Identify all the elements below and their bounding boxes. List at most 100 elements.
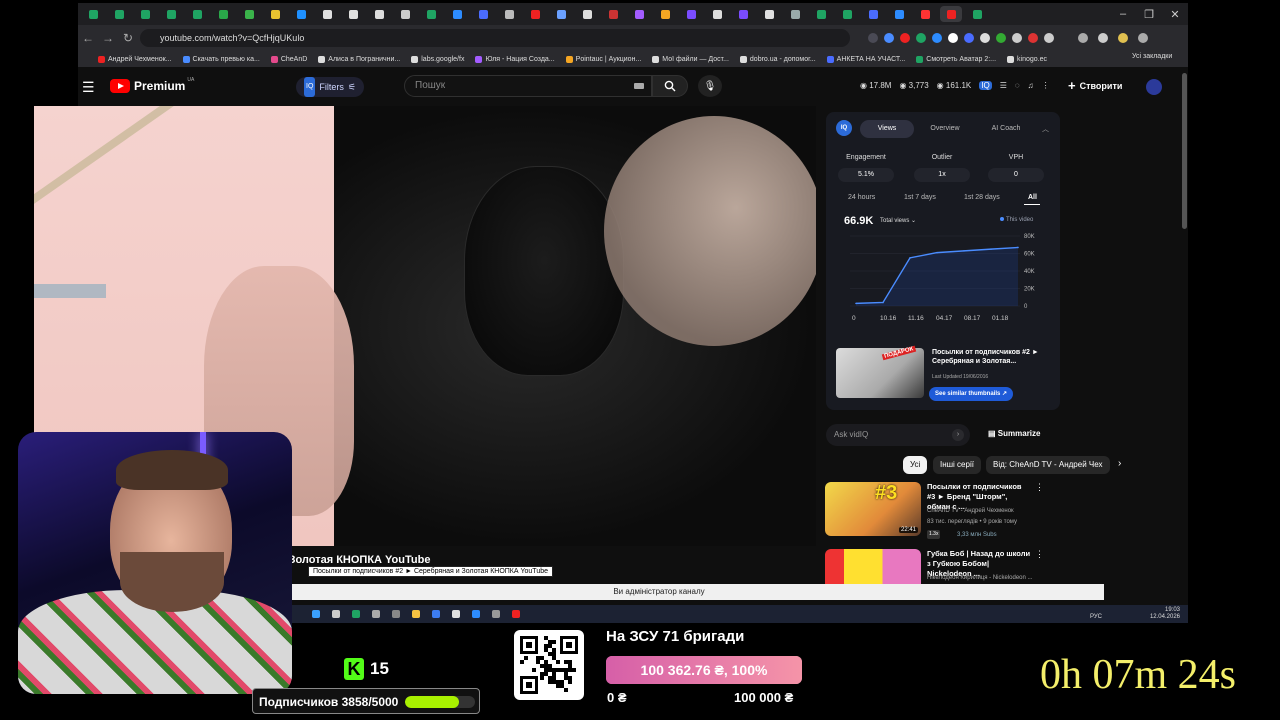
- start-icon[interactable]: [312, 610, 320, 618]
- bookmark-item[interactable]: Pointauc | Аукцион...: [565, 55, 641, 63]
- browser-tab[interactable]: [264, 6, 286, 22]
- avatar[interactable]: [1146, 79, 1162, 95]
- chat-icon[interactable]: ◌: [1015, 81, 1020, 90]
- profile-avatar[interactable]: [1118, 33, 1128, 43]
- rec-channel[interactable]: Нікелодеон Кирилиця - Nickelodeon ...: [927, 575, 1033, 581]
- period-28d[interactable]: 1st 28 days: [964, 194, 1000, 201]
- browser-tab[interactable]: [654, 6, 676, 22]
- ask-vidiq-input[interactable]: Ask vidIQ: [826, 424, 970, 446]
- browser-tab[interactable]: [784, 6, 806, 22]
- extension-icon[interactable]: [996, 33, 1006, 43]
- app-icon[interactable]: [452, 610, 460, 618]
- more-icon[interactable]: ⋮: [1042, 81, 1050, 90]
- browser-tab[interactable]: [342, 6, 364, 22]
- close-window-button[interactable]: ✕: [1160, 3, 1188, 25]
- download-icon[interactable]: [1078, 33, 1088, 43]
- browser-tab[interactable]: [212, 6, 234, 22]
- extension-icon[interactable]: [1028, 33, 1038, 43]
- chip-all[interactable]: Усі: [903, 456, 928, 474]
- extension-icon[interactable]: [964, 33, 974, 43]
- browser-tab[interactable]: [914, 6, 936, 22]
- list-icon[interactable]: ☰: [1000, 81, 1007, 90]
- rec-channel[interactable]: CheAnD TV - Андрей Чехменок: [927, 508, 1014, 514]
- chrome-icon[interactable]: [352, 610, 360, 618]
- bookmark-item[interactable]: dobro.ua - допомог...: [739, 55, 816, 63]
- tab-ai-coach[interactable]: AI Coach: [976, 120, 1036, 138]
- all-bookmarks-link[interactable]: Усі закладки: [1128, 53, 1173, 60]
- forward-icon[interactable]: →: [98, 31, 118, 45]
- extension-icon[interactable]: [868, 33, 878, 43]
- extensions-menu-icon[interactable]: [1044, 33, 1054, 43]
- browser-tab[interactable]: [368, 6, 390, 22]
- bookmark-item[interactable]: labs.google/fx: [411, 55, 464, 63]
- app-icon[interactable]: [492, 610, 500, 618]
- extension-icon[interactable]: [980, 33, 990, 43]
- create-button[interactable]: + Створити: [1068, 78, 1122, 93]
- browser-tab[interactable]: [680, 6, 702, 22]
- browser-tab[interactable]: [550, 6, 572, 22]
- search-input[interactable]: Пошук: [404, 75, 652, 97]
- app-icon[interactable]: [432, 610, 440, 618]
- more-options-icon[interactable]: ⋮: [1035, 549, 1044, 560]
- extension-icon[interactable]: [932, 33, 942, 43]
- browser-tab[interactable]: [108, 6, 130, 22]
- back-icon[interactable]: ←: [78, 31, 98, 45]
- browser-tab[interactable]: [602, 6, 624, 22]
- browser-tab[interactable]: [940, 6, 962, 22]
- browser-tab[interactable]: [628, 6, 650, 22]
- browser-tab[interactable]: [394, 6, 416, 22]
- url-field[interactable]: youtube.com/watch?v=QcfHjqUKulo: [140, 29, 850, 47]
- language-indicator[interactable]: РУС: [1090, 614, 1102, 620]
- period-24h[interactable]: 24 hours: [848, 194, 875, 201]
- extension-icon[interactable]: [884, 33, 894, 43]
- browser-tab[interactable]: [758, 6, 780, 22]
- browser-tab[interactable]: [862, 6, 884, 22]
- browser-tab[interactable]: [732, 6, 754, 22]
- bookmark-item[interactable]: CheAnD: [270, 55, 307, 63]
- tab-views[interactable]: Views: [860, 120, 914, 138]
- sidebar-icon[interactable]: [1098, 33, 1108, 43]
- bookmark-item[interactable]: Мої файли — Дост...: [652, 55, 729, 63]
- vidiq-icon[interactable]: IQ: [979, 81, 992, 90]
- youtube-logo[interactable]: Premium UA: [110, 77, 194, 93]
- extension-icon[interactable]: [948, 33, 958, 43]
- bookmark-item[interactable]: Скачать превью ка...: [182, 55, 260, 63]
- list-item[interactable]: #3 22:41 Посылки от подписчиков #3 ► Бре…: [825, 482, 1045, 542]
- browser-tab[interactable]: [888, 6, 910, 22]
- app-icon[interactable]: [392, 610, 400, 618]
- page-scrollbar[interactable]: [1182, 73, 1187, 229]
- browser-tab[interactable]: [186, 6, 208, 22]
- voice-search-button[interactable]: 🎙: [698, 75, 722, 97]
- browser-tab[interactable]: [498, 6, 520, 22]
- browser-tab[interactable]: [134, 6, 156, 22]
- browser-tab[interactable]: [160, 6, 182, 22]
- keyboard-icon[interactable]: [634, 83, 644, 89]
- extension-icon[interactable]: [916, 33, 926, 43]
- browser-tab[interactable]: [446, 6, 468, 22]
- chip-other-series[interactable]: Інші серії: [933, 456, 981, 474]
- video-thumbnail[interactable]: ПОДАРОК: [836, 345, 924, 398]
- folder-icon[interactable]: [412, 610, 420, 618]
- browser-tab[interactable]: [576, 6, 598, 22]
- bookmark-item[interactable]: Алиса в Погранични...: [318, 55, 400, 63]
- collapse-icon[interactable]: ︿: [1042, 124, 1049, 134]
- browser-tab[interactable]: [290, 6, 312, 22]
- chevron-right-icon[interactable]: ›: [1118, 458, 1121, 469]
- search-icon[interactable]: [332, 610, 340, 618]
- period-all[interactable]: All: [1028, 194, 1037, 201]
- video-thumbnail[interactable]: #3 22:41: [825, 482, 921, 536]
- more-options-icon[interactable]: ⋮: [1035, 482, 1044, 493]
- browser-tab[interactable]: [82, 6, 104, 22]
- filters-button[interactable]: IQ Filters ⚟: [296, 77, 364, 97]
- similar-thumbnails-button[interactable]: See similar thumbnails ↗: [929, 387, 1014, 401]
- menu-icon[interactable]: ☰: [82, 79, 95, 96]
- notifications-icon[interactable]: ♫: [1028, 81, 1034, 90]
- browser-tab[interactable]: [836, 6, 858, 22]
- app-icon[interactable]: [512, 610, 520, 618]
- app-icon[interactable]: [472, 610, 480, 618]
- total-views-dropdown[interactable]: Total views ⌄: [880, 217, 916, 224]
- browser-tab[interactable]: [810, 6, 832, 22]
- extension-icon[interactable]: [900, 33, 910, 43]
- browser-tab[interactable]: [238, 6, 260, 22]
- bookmark-item[interactable]: Андрей Чехменок...: [98, 55, 172, 63]
